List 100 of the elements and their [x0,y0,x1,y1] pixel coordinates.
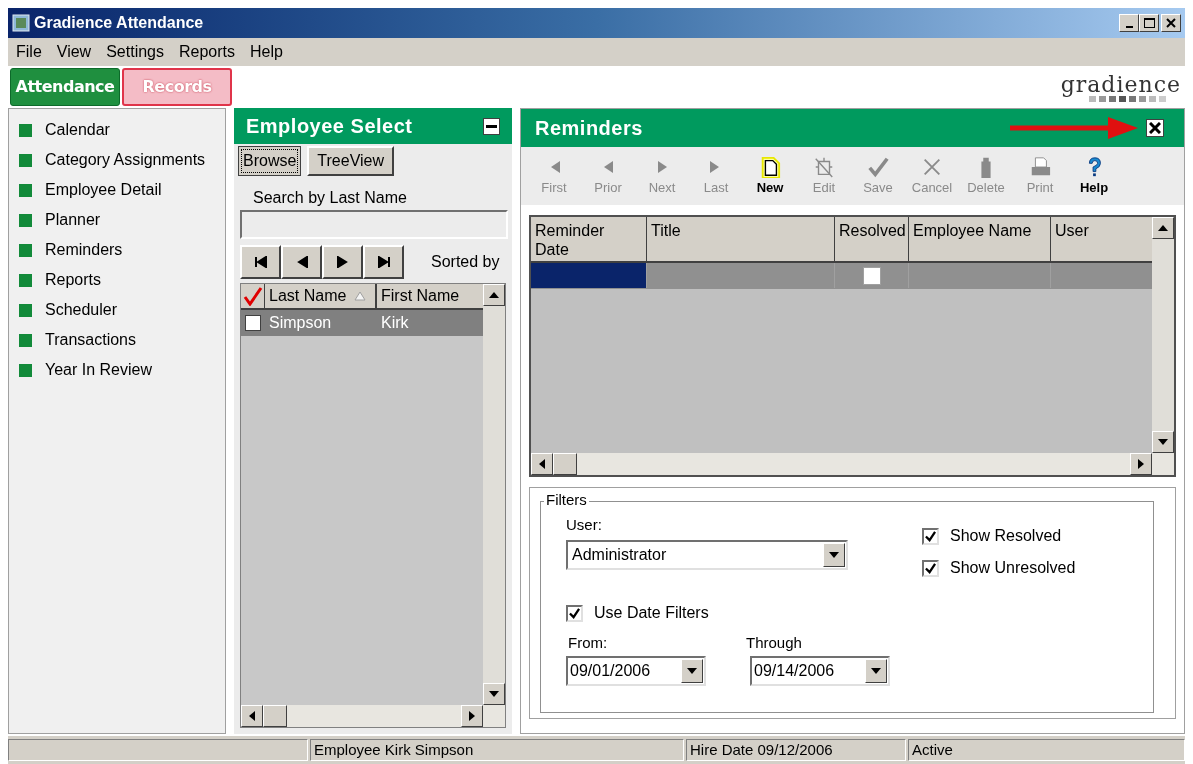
bullet-icon [19,303,32,317]
printer-icon [1029,156,1051,178]
sidebar-item[interactable]: Employee Detail [45,178,162,202]
nav-button[interactable] [363,245,404,279]
last-icon [377,256,390,268]
scroll-thumb[interactable] [553,453,577,475]
maximize-button[interactable] [1139,14,1159,32]
app-icon [12,14,30,32]
horizontal-scrollbar[interactable] [241,705,505,727]
search-field[interactable] [240,210,508,239]
user-dropdown[interactable]: Administrator [566,540,848,570]
table-row[interactable] [531,263,1152,289]
sidebar-item[interactable]: Planner [45,208,101,232]
panel-title: Reminders [535,116,643,141]
vertical-scrollbar[interactable] [1152,217,1174,453]
checkbox-label: Show Unresolved [950,558,1076,578]
menu-item[interactable]: Reports [179,40,235,64]
date-dropdown[interactable]: 09/14/2006 [750,656,890,686]
bullet-icon [19,153,32,167]
close-icon [1149,122,1161,134]
bullet-icon [19,183,32,197]
table-row[interactable]: Simpson Kirk [241,310,483,336]
nav-button[interactable] [322,245,363,279]
cancel-icon [921,156,943,178]
bullet-icon [19,123,32,137]
column-header[interactable]: First Name [377,284,483,308]
sidebar-item[interactable]: Scheduler [45,298,118,322]
horizontal-scrollbar[interactable] [531,453,1174,475]
scroll-right-icon [1138,459,1144,469]
sidebar-item[interactable]: Calendar [45,118,110,142]
view-button[interactable]: Browse [238,146,302,176]
field-label: User: [566,515,602,535]
status-panel: Employee Kirk Simpson [310,739,684,761]
bullet-icon [19,213,32,227]
scroll-down-icon [1158,439,1168,445]
menu-item[interactable]: Settings [106,40,164,64]
table-cell-text: Simpson [269,313,332,333]
checkbox-label: Show Resolved [950,526,1062,546]
menu-item[interactable]: Help [250,40,283,64]
vertical-scrollbar[interactable] [483,284,505,705]
view-button[interactable]: TreeView [307,146,395,176]
scroll-left-icon [249,711,255,721]
document-icon [759,156,781,178]
previous-icon [295,256,308,268]
first-icon [254,256,267,268]
collapse-button[interactable] [483,117,500,135]
next-icon [336,256,349,268]
checkbox[interactable] [566,604,583,622]
field-label: From: [568,633,608,653]
group-label: Filters [544,492,589,508]
scroll-thumb[interactable] [263,705,287,727]
scroll-down-icon [489,691,499,697]
nav-button[interactable] [281,245,322,279]
window-title: Gradience Attendance [34,13,204,33]
column-header-label[interactable]: Last Name [269,284,347,308]
sort-label: Sorted by [431,252,500,272]
menu-item[interactable]: View [56,40,92,64]
panel-title: Employee Select [246,114,413,139]
logo: gradience [1060,74,1181,102]
sidebar-item[interactable]: Category Assignments [45,148,206,172]
column-header[interactable]: Title [647,217,835,261]
edit-icon [813,156,835,178]
table-cell-text: Kirk [381,313,409,333]
previous-icon [602,160,614,174]
checkmark-icon [242,286,263,306]
column-header[interactable]: Resolved [835,217,909,261]
sidebar-item[interactable]: Transactions [45,328,136,352]
close-button[interactable] [1146,119,1164,137]
checkbox[interactable] [922,559,939,577]
scroll-up-icon [489,292,499,298]
field-label: Through [746,633,802,653]
toolbar-button[interactable]: Help [1067,149,1121,203]
nav-button[interactable] [240,245,281,279]
next-icon [656,160,668,174]
checkbox-label: Use Date Filters [594,603,709,623]
bullet-icon [19,273,32,287]
checkmark-icon [867,156,889,178]
bullet-icon [19,363,32,377]
tab[interactable]: Attendance [10,68,120,106]
checkbox[interactable] [862,266,881,285]
column-header[interactable]: Employee Name [909,217,1051,261]
column-header[interactable]: Reminder Date [531,217,647,261]
toolbar-button[interactable]: New [743,149,797,203]
sidebar-item[interactable]: Reports [45,268,102,292]
column-header[interactable]: User [1051,217,1152,261]
date-dropdown[interactable]: 09/01/2006 [566,656,706,686]
checkbox[interactable] [922,527,939,545]
scroll-left-icon [539,459,545,469]
checkbox[interactable] [245,315,261,331]
minimize-button[interactable] [1119,14,1139,32]
sidebar-item[interactable]: Reminders [45,238,123,262]
bullet-icon [19,333,32,347]
column-header[interactable] [241,284,265,308]
bullet-icon [19,243,32,257]
menu-item[interactable]: File [16,40,42,64]
sort-icon [354,291,367,301]
scroll-up-icon [1158,225,1168,231]
status-panel: Active [908,739,1185,761]
scroll-right-icon [469,711,475,721]
sidebar-item[interactable]: Year In Review [45,358,153,382]
